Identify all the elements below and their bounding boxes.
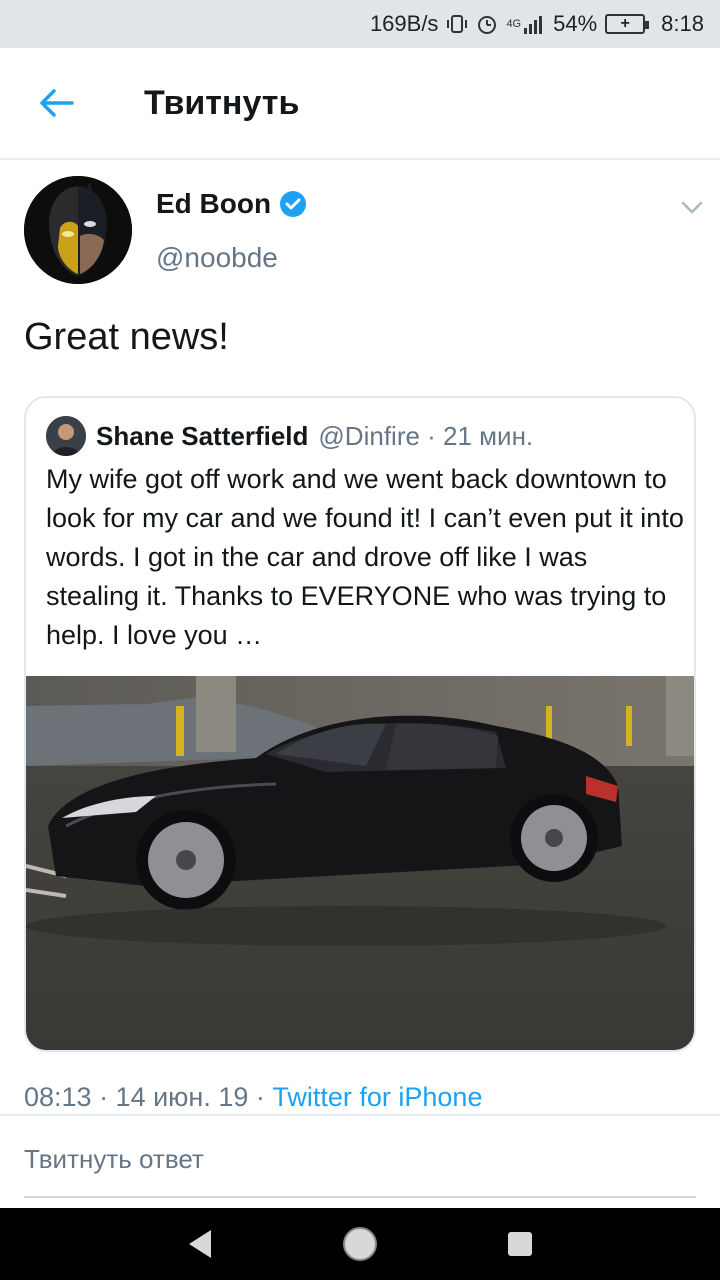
car-photo[interactable] [26, 676, 694, 1050]
system-nav-bar [0, 1208, 720, 1280]
reply-input[interactable]: Твитнуть ответ [24, 1144, 696, 1194]
battery-icon: + [605, 14, 650, 34]
network-type: 4G [506, 18, 522, 30]
page-title: Твитнуть [144, 83, 300, 122]
reply-underline [24, 1196, 696, 1198]
quoted-tweet-header: Shane Satterfield @Dinfire · 21 мин. [46, 416, 533, 456]
nav-back-icon[interactable] [170, 1214, 230, 1274]
divider [0, 1114, 720, 1116]
tweet-author: Ed Boon @noobde [24, 176, 704, 288]
avatar[interactable] [24, 176, 132, 284]
verified-badge-icon [279, 190, 307, 218]
nav-recents-icon[interactable] [490, 1214, 550, 1274]
signal-icon: 4G [506, 14, 545, 34]
quoted-tweet-card[interactable]: Shane Satterfield @Dinfire · 21 мин. My … [24, 396, 696, 1052]
author-handle[interactable]: @noobde [156, 242, 278, 274]
tweet-timestamp: 08:13 · 14 июн. 19 · [24, 1082, 273, 1112]
clock: 8:18 [661, 11, 704, 36]
tweet-source-link[interactable]: Twitter for iPhone [272, 1082, 482, 1112]
quoted-avatar [46, 416, 86, 456]
alarm-icon [476, 13, 498, 35]
author-name-row[interactable]: Ed Boon [156, 188, 307, 220]
nav-home-icon[interactable] [330, 1214, 390, 1274]
net-speed: 169B/s [369, 11, 439, 36]
quoted-tweet-text: My wife got off work and we went back do… [46, 464, 684, 650]
tweet-meta: 08:13 · 14 июн. 19 · Twitter for iPhone [24, 1082, 482, 1113]
app-bar: Твитнуть [0, 48, 720, 160]
chevron-down-icon[interactable] [680, 192, 704, 223]
battery-percent: 54% [553, 11, 598, 36]
quoted-author-name: Shane Satterfield [96, 420, 309, 451]
status-bar: 169B/s 4G 54% + 8:18 [0, 0, 720, 48]
back-arrow-icon[interactable] [0, 47, 112, 159]
quoted-author-meta: @Dinfire · 21 мин. [318, 420, 534, 451]
vibrate-icon [446, 13, 468, 35]
tweet-text: Great news! [24, 316, 229, 358]
author-name: Ed Boon [156, 188, 272, 219]
